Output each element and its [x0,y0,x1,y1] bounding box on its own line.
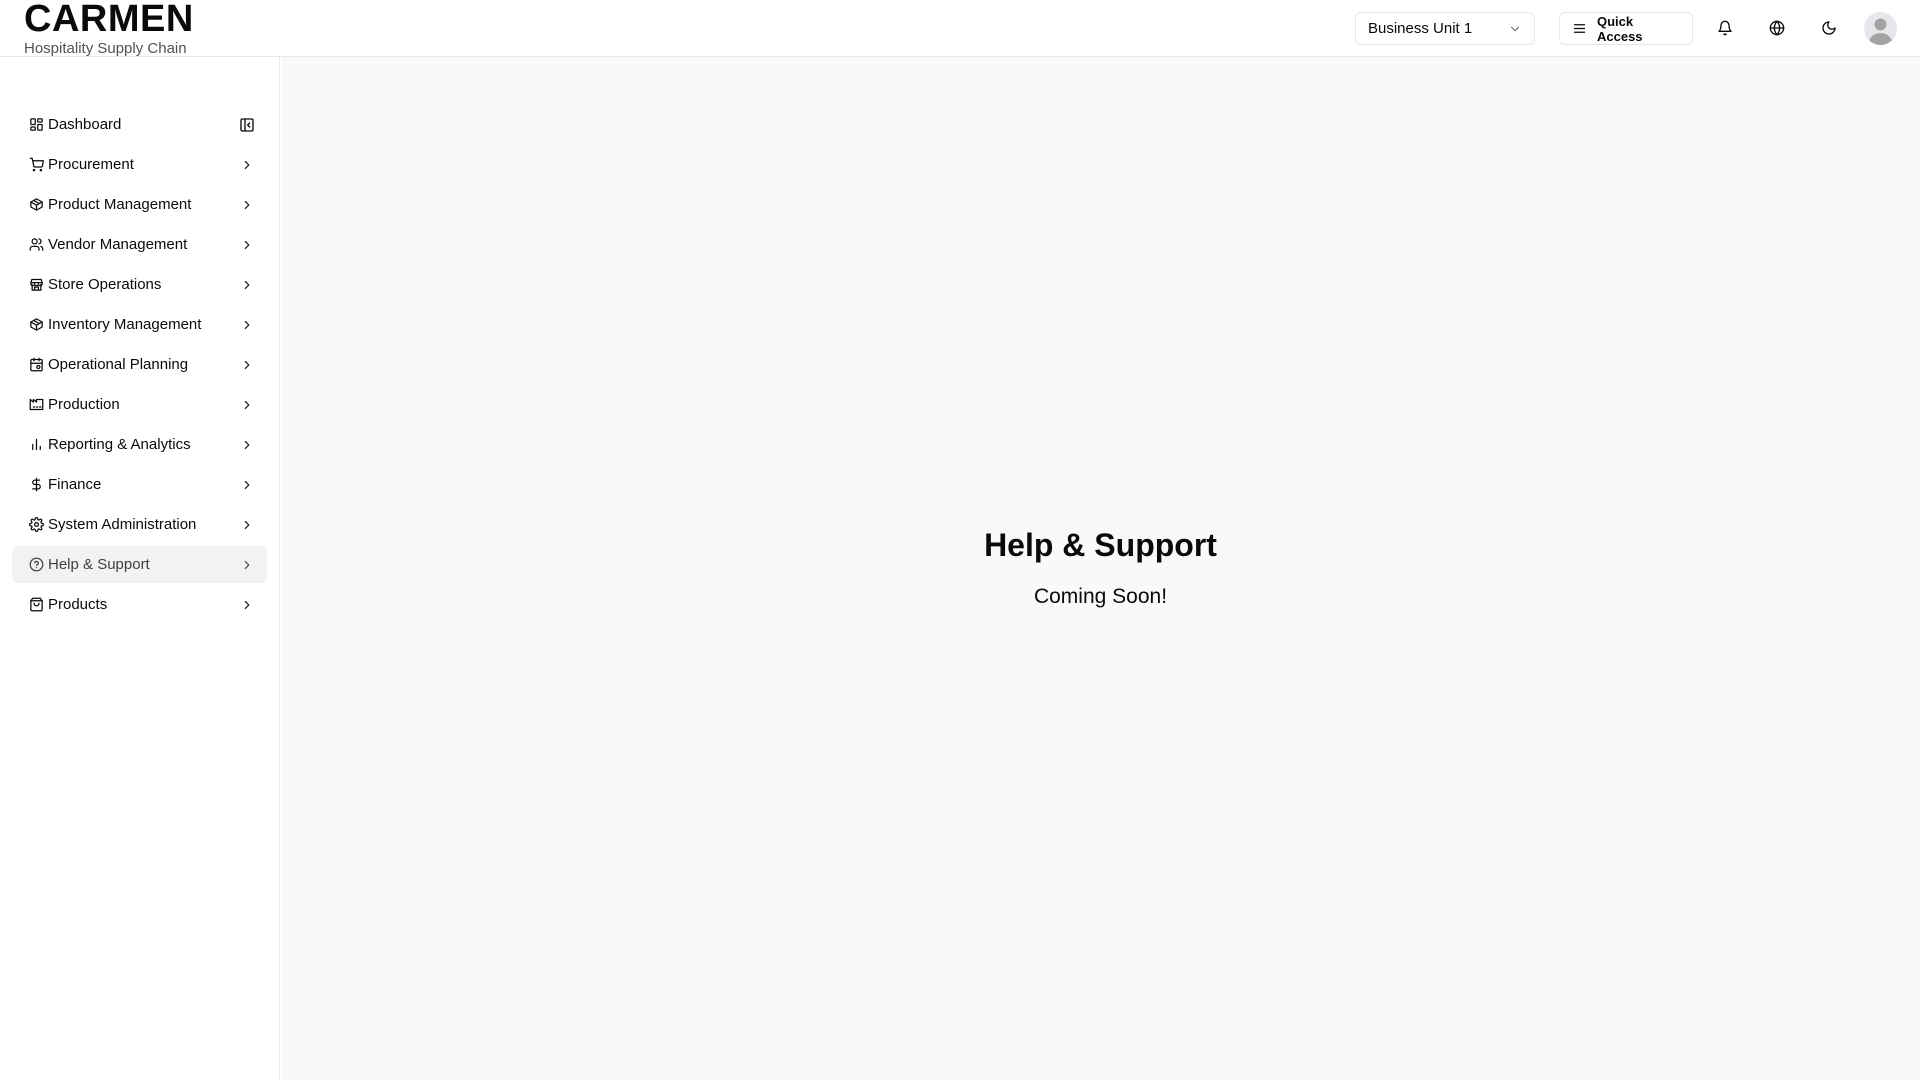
sidebar-item-help-support[interactable]: Help & Support [12,546,267,583]
collapse-sidebar-icon[interactable] [239,117,255,133]
sidebar-item-label: Inventory Management [48,316,202,333]
sidebar-item-label: Production [48,396,120,413]
package-icon [28,197,44,213]
sidebar-item-procurement[interactable]: Procurement [12,146,267,183]
brand-subtitle: Hospitality Supply Chain [24,40,187,57]
help-circle-icon [28,557,44,573]
sidebar-item-finance[interactable]: Finance [12,466,267,503]
chevron-right-icon [239,237,255,253]
chevron-right-icon [239,477,255,493]
sidebar-item-label: Reporting & Analytics [48,436,191,453]
chevron-right-icon [239,157,255,173]
sidebar-item-label: Procurement [48,156,134,173]
sidebar-item-label: Dashboard [48,116,122,133]
sidebar-item-system-administration[interactable]: System Administration [12,506,267,543]
cart-icon [28,157,44,173]
page-title: Help & Support [984,527,1217,563]
sidebar-item-label: Finance [48,476,102,493]
calendar-icon [28,357,44,373]
sidebar-item-store-operations[interactable]: Store Operations [12,266,267,303]
sidebar-item-inventory-management[interactable]: Inventory Management [12,306,267,343]
bar-chart-icon [28,437,44,453]
chevron-right-icon [239,517,255,533]
chevron-right-icon [239,557,255,573]
gear-icon [28,517,44,533]
sidebar-item-product-management[interactable]: Product Management [12,186,267,223]
factory-icon [28,397,44,413]
avatar[interactable] [1864,12,1897,45]
store-icon [28,277,44,293]
sidebar-item-products[interactable]: Products [12,586,267,623]
chevron-right-icon [239,317,255,333]
menu-icon [1572,21,1587,36]
sidebar-item-vendor-management[interactable]: Vendor Management [12,226,267,263]
chevron-down-icon [1508,22,1522,36]
chevron-right-icon [239,277,255,293]
sidebar-item-label: Products [48,596,108,613]
business-unit-select[interactable]: Business Unit 1 [1355,12,1535,45]
dollar-icon [28,477,44,493]
globe-icon[interactable] [1763,14,1791,42]
sidebar-item-label: Product Management [48,196,192,213]
sidebar-item-label: Operational Planning [48,356,189,373]
sidebar-item-production[interactable]: Production [12,386,267,423]
quick-access-button[interactable]: Quick Access [1559,12,1693,45]
sidebar-item-label: Vendor Management [48,236,188,253]
chevron-right-icon [239,397,255,413]
chevron-right-icon [239,437,255,453]
brand[interactable]: CARMEN Hospitality Supply Chain [24,0,194,58]
quick-access-label: Quick Access [1597,13,1643,44]
users-icon [28,237,44,253]
sidebar-item-label: Store Operations [48,276,162,293]
business-unit-value: Business Unit 1 [1368,20,1473,37]
main-content: Help & Support Coming Soon! [281,57,1920,1080]
sidebar-item-label: Help & Support [48,556,150,573]
sidebar-item-reporting-analytics[interactable]: Reporting & Analytics [12,426,267,463]
chevron-right-icon [239,357,255,373]
shopping-bag-icon [28,597,44,613]
chevron-right-icon [239,597,255,613]
chevron-right-icon [239,197,255,213]
dashboard-icon [28,117,44,133]
page-subtitle: Coming Soon! [1033,585,1168,608]
moon-icon[interactable] [1815,14,1843,42]
sidebar-item-dashboard[interactable]: Dashboard [12,106,267,143]
bell-icon[interactable] [1711,14,1739,42]
sidebar-item-label: System Administration [48,516,197,533]
top-header: CARMEN Hospitality Supply Chain Business… [0,0,1920,57]
sidebar: Dashboard Procurement Product Management… [0,57,280,1080]
brand-title: CARMEN [24,0,194,40]
sidebar-item-operational-planning[interactable]: Operational Planning [12,346,267,383]
package-icon [28,317,44,333]
